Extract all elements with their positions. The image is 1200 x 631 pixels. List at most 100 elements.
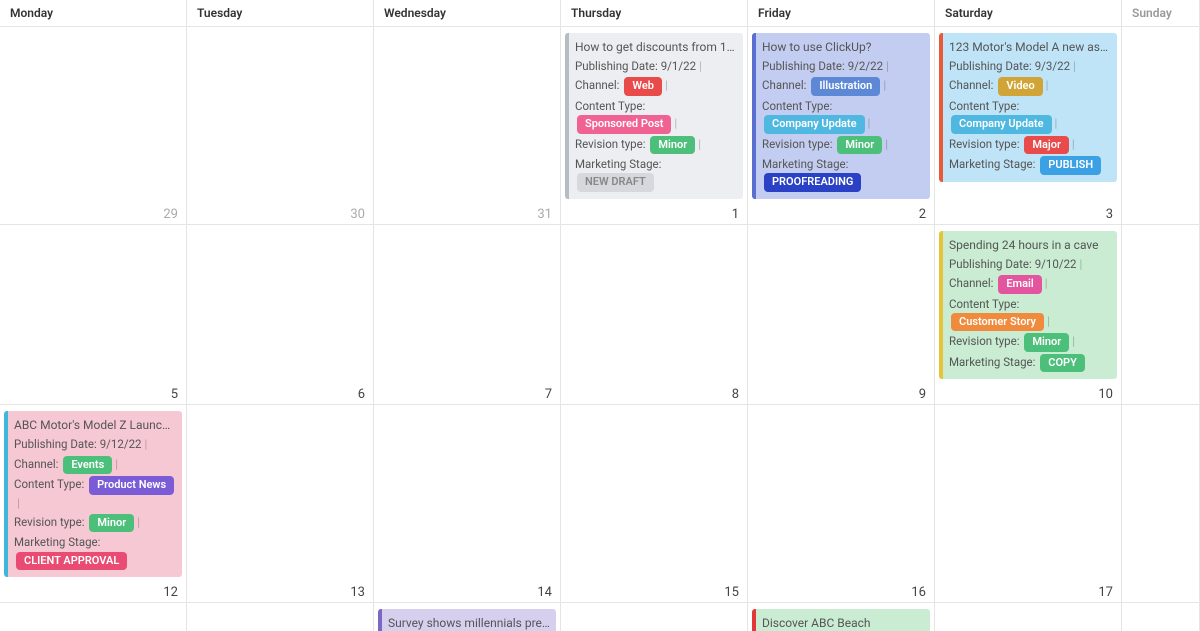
field-label: Publishing Date: bbox=[949, 257, 1032, 271]
day-number: 16 bbox=[911, 585, 926, 600]
card-title: Spending 24 hours in a cave bbox=[949, 236, 1111, 254]
day-cell[interactable]: 9 bbox=[748, 225, 935, 405]
pub-date: 9/1/22 bbox=[661, 59, 696, 73]
field-label: Channel: bbox=[575, 78, 619, 92]
pub-date: 9/3/22 bbox=[1035, 59, 1070, 73]
card-title: Survey shows millennials prefer electr bbox=[388, 614, 550, 631]
content-type-pill: Customer Story bbox=[951, 313, 1044, 332]
day-cell[interactable]: 14 bbox=[374, 405, 561, 602]
field-label: Content Type: bbox=[575, 99, 645, 113]
day-header: Monday bbox=[0, 0, 187, 26]
day-number: 15 bbox=[724, 585, 739, 600]
stage-pill: NEW DRAFT bbox=[577, 173, 654, 192]
day-number: 8 bbox=[732, 387, 739, 402]
field-label: Content Type: bbox=[949, 297, 1019, 311]
revision-pill: Minor bbox=[1024, 333, 1069, 352]
day-number: 30 bbox=[350, 207, 365, 222]
day-cell[interactable]: 17 bbox=[935, 405, 1122, 602]
event-card[interactable]: Survey shows millennials prefer electr P… bbox=[378, 609, 556, 631]
day-cell[interactable]: Discover ABC Beach Publishing Date: 9/23… bbox=[748, 603, 935, 631]
field-label: Publishing Date: bbox=[14, 437, 97, 451]
pub-date: 9/10/22 bbox=[1035, 257, 1077, 271]
day-header: Thursday bbox=[561, 0, 748, 26]
channel-pill: Events bbox=[63, 456, 112, 475]
day-cell[interactable]: 6 bbox=[187, 225, 374, 405]
event-card[interactable]: ABC Motor's Model Z Launch Event Publish… bbox=[4, 411, 182, 577]
day-number: 7 bbox=[545, 387, 552, 402]
calendar: Monday Tuesday Wednesday Thursday Friday… bbox=[0, 0, 1200, 631]
day-cell[interactable]: 15 bbox=[561, 405, 748, 602]
day-number: 14 bbox=[537, 585, 552, 600]
day-cell[interactable]: ABC Motor's Model Z Launch Event Publish… bbox=[0, 405, 187, 602]
day-cell[interactable]: How to get discounts from 123 Mart? Publ… bbox=[561, 27, 748, 224]
day-cell[interactable]: 29 bbox=[0, 27, 187, 224]
revision-pill: Minor bbox=[837, 136, 882, 155]
field-label: Publishing Date: bbox=[762, 59, 845, 73]
field-label: Revision type: bbox=[949, 334, 1020, 348]
content-type-pill: Sponsored Post bbox=[577, 115, 671, 134]
field-label: Marketing Stage: bbox=[14, 535, 100, 549]
field-label: Marketing Stage: bbox=[949, 355, 1035, 369]
week-row: 19 20 Survey shows millennials prefer el… bbox=[0, 603, 1200, 631]
day-cell[interactable]: 22 bbox=[561, 603, 748, 631]
field-label: Channel: bbox=[14, 457, 58, 471]
field-label: Revision type: bbox=[575, 137, 646, 151]
event-card[interactable]: How to get discounts from 123 Mart? Publ… bbox=[565, 33, 743, 199]
revision-pill: Minor bbox=[650, 136, 695, 155]
day-cell[interactable]: 30 bbox=[187, 27, 374, 224]
day-number: 29 bbox=[163, 207, 178, 222]
day-header: Saturday bbox=[935, 0, 1122, 26]
day-number: 5 bbox=[171, 387, 178, 402]
channel-pill: Email bbox=[998, 275, 1041, 294]
day-cell[interactable] bbox=[1122, 405, 1200, 602]
day-cell[interactable]: 7 bbox=[374, 225, 561, 405]
event-card[interactable]: 123 Motor's Model A new assembly lin Pub… bbox=[939, 33, 1117, 182]
revision-pill: Major bbox=[1024, 136, 1069, 155]
content-type-pill: Company Update bbox=[951, 115, 1052, 134]
field-label: Content Type: bbox=[949, 99, 1019, 113]
field-label: Channel: bbox=[949, 78, 993, 92]
channel-pill: Web bbox=[624, 77, 662, 96]
field-label: Publishing Date: bbox=[949, 59, 1032, 73]
day-number: 9 bbox=[919, 387, 926, 402]
field-label: Revision type: bbox=[762, 137, 833, 151]
day-number: 6 bbox=[358, 387, 365, 402]
day-cell[interactable]: 5 bbox=[0, 225, 187, 405]
day-cell[interactable]: 19 bbox=[0, 603, 187, 631]
field-label: Content Type: bbox=[14, 477, 84, 491]
stage-pill: PUBLISH bbox=[1040, 156, 1101, 175]
day-cell[interactable]: 16 bbox=[748, 405, 935, 602]
day-cell[interactable]: 8 bbox=[561, 225, 748, 405]
day-cell[interactable]: 123 Motor's Model A new assembly lin Pub… bbox=[935, 27, 1122, 224]
day-cell[interactable]: 20 bbox=[187, 603, 374, 631]
day-number: 17 bbox=[1098, 585, 1113, 600]
stage-pill: COPY bbox=[1040, 354, 1085, 373]
day-header: Wednesday bbox=[374, 0, 561, 26]
pub-date: 9/12/22 bbox=[100, 437, 142, 451]
event-card[interactable]: Spending 24 hours in a cave Publishing D… bbox=[939, 231, 1117, 380]
week-row: 5 6 7 8 9 Spending 24 hours in a cave Pu… bbox=[0, 225, 1200, 406]
content-type-pill: Product News bbox=[89, 476, 174, 495]
pub-date: 9/2/22 bbox=[848, 59, 883, 73]
day-cell[interactable]: 13 bbox=[187, 405, 374, 602]
field-label: Channel: bbox=[949, 276, 993, 290]
day-cell[interactable] bbox=[1122, 27, 1200, 224]
card-title: ABC Motor's Model Z Launch Event bbox=[14, 416, 176, 434]
day-number: 10 bbox=[1098, 387, 1113, 402]
event-card[interactable]: How to use ClickUp? Publishing Date: 9/2… bbox=[752, 33, 930, 199]
event-card[interactable]: Discover ABC Beach Publishing Date: 9/23… bbox=[752, 609, 930, 631]
week-row: ABC Motor's Model Z Launch Event Publish… bbox=[0, 405, 1200, 603]
day-cell[interactable]: Spending 24 hours in a cave Publishing D… bbox=[935, 225, 1122, 405]
day-cell[interactable]: How to use ClickUp? Publishing Date: 9/2… bbox=[748, 27, 935, 224]
day-header: Sunday bbox=[1122, 0, 1200, 26]
day-cell[interactable]: 31 bbox=[374, 27, 561, 224]
field-label: Channel: bbox=[762, 78, 806, 92]
day-cell[interactable]: 24 bbox=[935, 603, 1122, 631]
day-cell[interactable]: Survey shows millennials prefer electr P… bbox=[374, 603, 561, 631]
field-label: Content Type: bbox=[762, 99, 832, 113]
stage-pill: PROOFREADING bbox=[764, 173, 861, 192]
field-label: Marketing Stage: bbox=[949, 157, 1035, 171]
day-cell[interactable] bbox=[1122, 225, 1200, 405]
day-number: 3 bbox=[1106, 207, 1113, 222]
day-cell[interactable] bbox=[1122, 603, 1200, 631]
